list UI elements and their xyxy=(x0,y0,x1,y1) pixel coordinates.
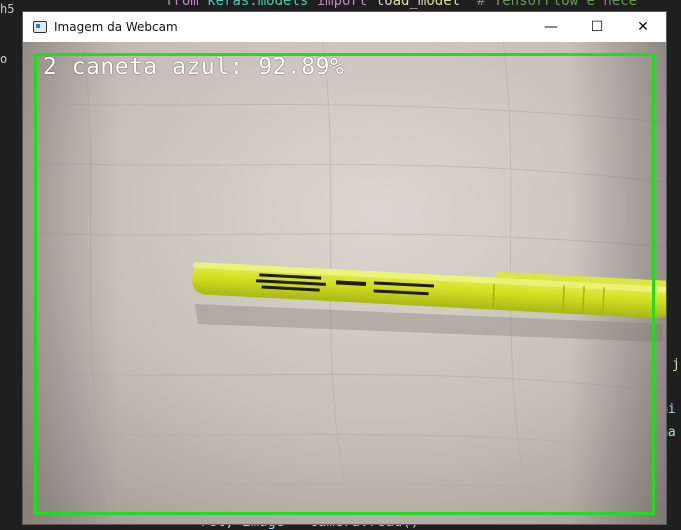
webcam-window[interactable]: Imagem da Webcam — ☐ ✕ 2 caneta azul: 92… xyxy=(22,11,667,525)
gutter-fragment: h5 xyxy=(0,2,15,16)
code-fragment: j xyxy=(672,357,680,372)
caption-buttons: — ☐ ✕ xyxy=(528,12,666,42)
close-button[interactable]: ✕ xyxy=(620,12,666,42)
code-line-import: from keras.models import load_model # Te… xyxy=(165,0,638,9)
maximize-button[interactable]: ☐ xyxy=(574,12,620,42)
title-bar[interactable]: Imagem da Webcam — ☐ ✕ xyxy=(23,12,666,42)
gutter-fragment: o xyxy=(0,52,8,66)
minimize-button[interactable]: — xyxy=(528,12,574,42)
app-window-icon xyxy=(33,21,47,33)
window-title: Imagem da Webcam xyxy=(54,20,178,34)
detection-bounding-box xyxy=(34,53,655,515)
prediction-label: 2 caneta azul: 92.89% xyxy=(43,54,345,80)
webcam-frame: 2 caneta azul: 92.89% xyxy=(23,42,666,524)
